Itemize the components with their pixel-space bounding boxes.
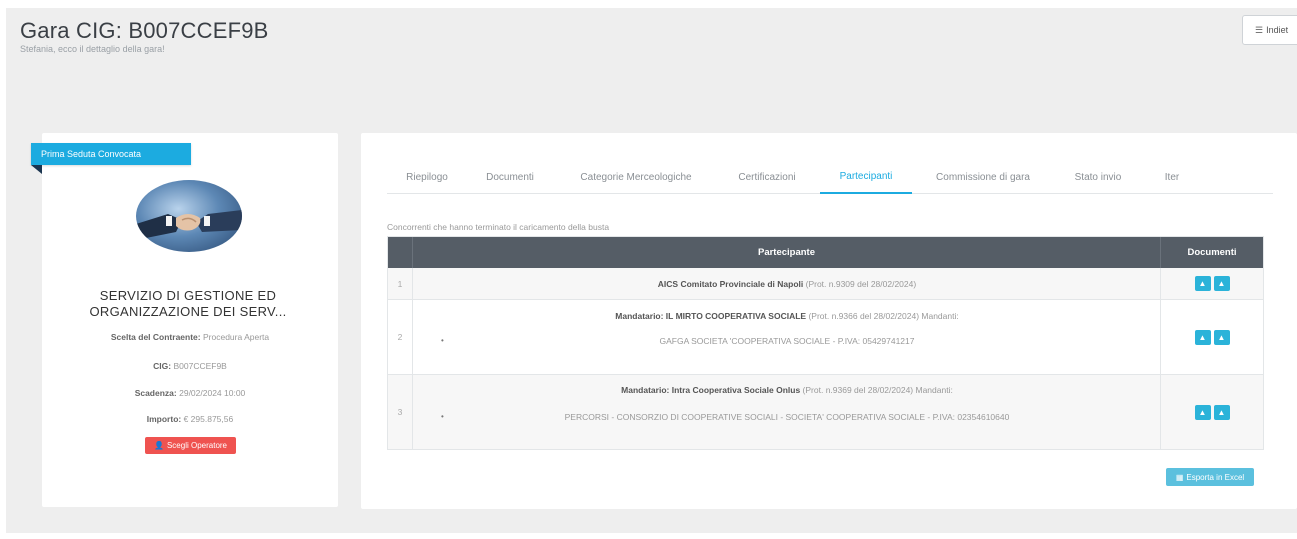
meta-label: Importo: xyxy=(146,414,182,424)
meta-cig: CIG: B007CCEF9B xyxy=(42,361,338,371)
meta-value: B007CCEF9B xyxy=(173,361,227,371)
participant-name: AICS Comitato Provinciale di Napoli xyxy=(657,279,804,289)
tab-documenti[interactable]: Documenti xyxy=(479,160,541,194)
back-button[interactable]: ☰ Indiet xyxy=(1242,15,1297,45)
status-badge: Prima Seduta Convocata xyxy=(31,143,191,165)
participant-name: Mandatario: IL MIRTO COOPERATIVA SOCIALE xyxy=(615,311,807,321)
header-participant: Partecipante xyxy=(413,237,1160,268)
spreadsheet-icon: ▦ xyxy=(1175,472,1184,482)
page-title: Gara CIG: B007CCEF9B xyxy=(20,18,269,43)
download-icon[interactable]: ▲ xyxy=(1213,329,1230,345)
page-subtitle: Stefania, ecco il dettaglio della gara! xyxy=(20,44,165,54)
table-row: 3 Mandatario: Intra Cooperativa Sociale … xyxy=(388,375,1263,449)
participant-protocol: (Prot. n.9309 del 28/02/2024) xyxy=(803,279,917,289)
download-icon[interactable]: ▲ xyxy=(1213,276,1230,291)
participant-name: Mandatario: Intra Cooperativa Sociale On… xyxy=(621,385,801,395)
tab-riepilogo[interactable]: Riepilogo xyxy=(399,160,455,194)
meta-label: Scelta del Contraente: xyxy=(110,332,201,342)
download-icon[interactable]: ▲ xyxy=(1194,329,1211,345)
meta-amount: Importo: € 295.875,56 xyxy=(42,414,338,424)
handshake-image xyxy=(136,180,242,252)
documents-cell: ▲ ▲ xyxy=(1160,268,1263,299)
meta-deadline: Scadenza: 29/02/2024 10:00 xyxy=(42,388,338,398)
tab-stato-invio[interactable]: Stato invio xyxy=(1067,160,1129,194)
service-title: SERVIZIO DI GESTIONE ED ORGANIZZAZIONE D… xyxy=(89,288,287,319)
table-caption: Concorrenti che hanno terminato il caric… xyxy=(387,222,610,232)
tab-partecipanti[interactable]: Partecipanti xyxy=(820,160,912,194)
download-icon[interactable]: ▲ xyxy=(1194,276,1211,291)
back-button-label: Indiet xyxy=(1266,25,1289,35)
header-documents: Documenti xyxy=(1160,237,1263,268)
participant-protocol: (Prot. n.9369 del 28/02/2024) Mandanti: xyxy=(800,385,953,395)
meta-label: CIG: xyxy=(153,361,172,371)
participant-line: AICS Comitato Provinciale di Napoli (Pro… xyxy=(414,279,1160,289)
header-number xyxy=(388,237,413,268)
tab-iter[interactable]: Iter xyxy=(1157,160,1187,194)
table-row: 1 AICS Comitato Provinciale di Napoli (P… xyxy=(388,268,1263,300)
list-icon: ☰ xyxy=(1255,24,1264,35)
documents-cell: ▲ ▲ xyxy=(1160,375,1263,449)
mandante-line: GAFGA SOCIETA 'COOPERATIVA SOCIALE - P.I… xyxy=(659,336,915,346)
row-number: 1 xyxy=(388,268,413,299)
participants-table: Partecipante Documenti 1 AICS Comitato P… xyxy=(387,236,1264,450)
download-icon[interactable]: ▲ xyxy=(1194,404,1211,420)
export-excel-label: Esporta in Excel xyxy=(1186,472,1245,482)
export-excel-button[interactable]: ▦ Esporta in Excel xyxy=(1166,468,1254,486)
meta-value: Procedura Aperta xyxy=(202,332,270,342)
table-row: 2 Mandatario: IL MIRTO COOPERATIVA SOCIA… xyxy=(388,300,1263,375)
documents-cell: ▲ ▲ xyxy=(1160,300,1263,374)
participant-line: Mandatario: IL MIRTO COOPERATIVA SOCIALE… xyxy=(414,311,1160,321)
participant-protocol: (Prot. n.9366 del 28/02/2024) Mandanti: xyxy=(806,311,959,321)
download-icon[interactable]: ▲ xyxy=(1213,404,1230,420)
choose-operator-button[interactable]: 👤 Scegli Operatore xyxy=(145,437,236,454)
meta-label: Scadenza: xyxy=(134,388,177,398)
row-number: 2 xyxy=(388,300,413,374)
mandante-line: PERCORSI - CONSORZIO DI COOPERATIVE SOCI… xyxy=(564,412,1010,422)
ribbon-fold xyxy=(31,165,42,174)
meta-contractor: Scelta del Contraente: Procedura Aperta xyxy=(42,332,338,342)
user-icon: 👤 xyxy=(154,441,164,450)
meta-value: € 295.875,56 xyxy=(183,414,234,424)
participant-line: Mandatario: Intra Cooperativa Sociale On… xyxy=(414,385,1160,395)
row-number: 3 xyxy=(388,375,413,449)
tab-commissione[interactable]: Commissione di gara xyxy=(927,160,1039,194)
choose-operator-label: Scegli Operatore xyxy=(166,441,227,450)
tab-certificazioni[interactable]: Certificazioni xyxy=(732,160,802,194)
meta-value: 29/02/2024 10:00 xyxy=(179,388,246,398)
tab-bar: Riepilogo Documenti Categorie Merceologi… xyxy=(387,160,1273,194)
tab-categorie[interactable]: Categorie Merceologiche xyxy=(572,160,700,194)
